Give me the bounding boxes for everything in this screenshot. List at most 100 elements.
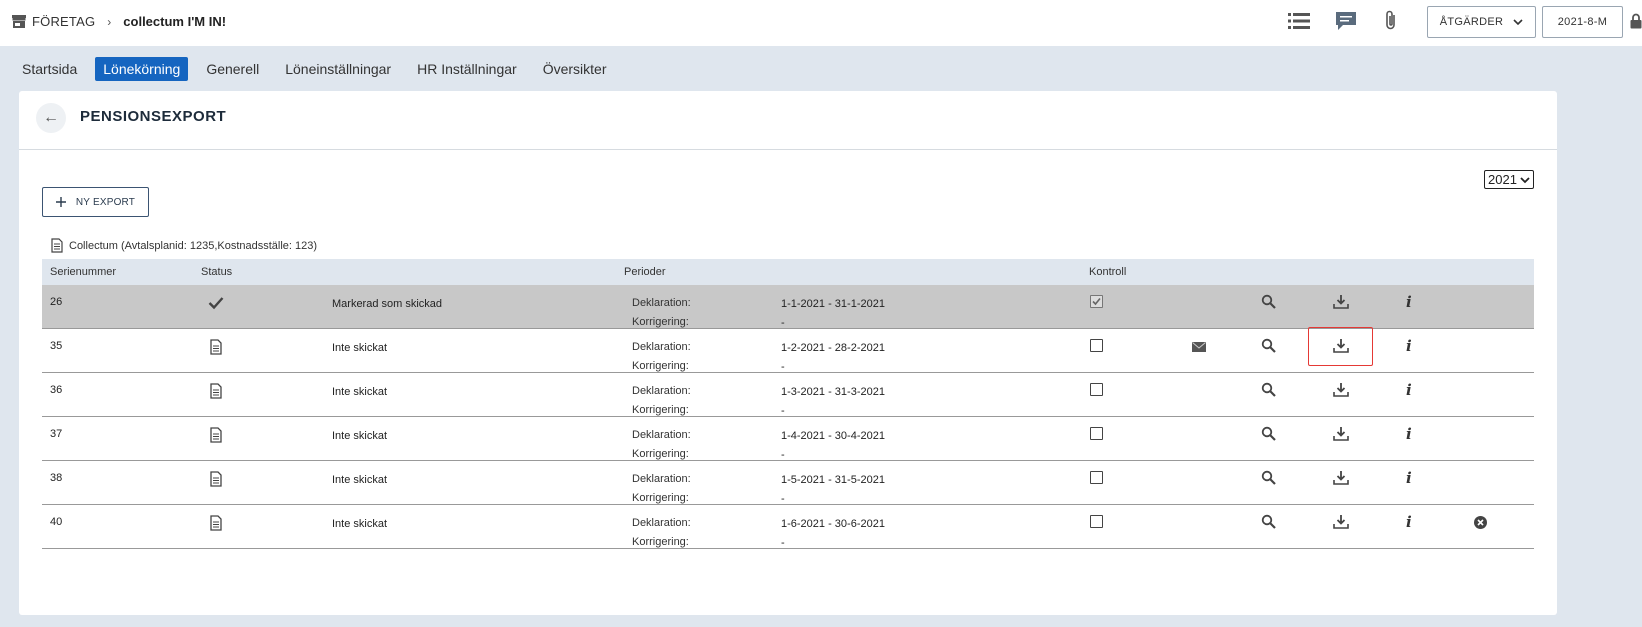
download-icon[interactable] <box>1333 514 1349 529</box>
info-icon[interactable]: i <box>1406 381 1416 399</box>
control-checkbox[interactable] <box>1090 295 1103 308</box>
actions-dropdown-button[interactable]: ÅTGÄRDER <box>1427 6 1536 38</box>
search-icon[interactable] <box>1261 294 1276 309</box>
info-icon[interactable]: i <box>1406 469 1416 487</box>
row-status: Inte skickat <box>332 430 388 442</box>
korrigering-period: - <box>781 449 785 461</box>
row-serial: 35 <box>50 340 63 352</box>
tab-loneinstallningar[interactable]: Löneinställningar <box>277 57 399 81</box>
korrigering-label: Korrigering: <box>632 448 689 460</box>
year-value: 2021 <box>1488 172 1517 187</box>
search-icon[interactable] <box>1261 426 1276 441</box>
document-icon <box>210 339 222 355</box>
download-icon[interactable] <box>1333 470 1349 485</box>
deklaration-label: Deklaration: <box>632 517 691 529</box>
table-row: 26 Markerad som skickad Deklaration: Kor… <box>42 285 1534 329</box>
deklaration-label: Deklaration: <box>632 429 691 441</box>
korrigering-label: Korrigering: <box>632 536 689 548</box>
deklaration-period: 1-3-2021 - 31-3-2021 <box>781 386 885 398</box>
search-icon[interactable] <box>1261 382 1276 397</box>
info-icon[interactable]: i <box>1406 293 1416 311</box>
table-row: 38 Inte skickat Deklaration: Korrigering… <box>42 461 1534 505</box>
page-title: PENSIONSEXPORT <box>80 108 227 125</box>
control-checkbox[interactable] <box>1090 515 1103 528</box>
chat-icon[interactable] <box>1334 10 1358 32</box>
table-header: Serienummer Status Perioder Kontroll <box>42 259 1534 285</box>
breadcrumb-client[interactable]: collectum I'M IN! <box>123 14 226 29</box>
row-status: Inte skickat <box>332 342 388 354</box>
tab-hr-installningar[interactable]: HR Inställningar <box>409 57 525 81</box>
header-control[interactable]: Kontroll <box>1089 266 1126 278</box>
tab-generell[interactable]: Generell <box>198 57 267 81</box>
row-serial: 37 <box>50 428 63 440</box>
table-row: 36 Inte skickat Deklaration: Korrigering… <box>42 373 1534 417</box>
download-icon[interactable] <box>1333 426 1349 441</box>
chevron-down-icon <box>1520 177 1530 184</box>
table-row: 40 Inte skickat Deklaration: Korrigering… <box>42 505 1534 549</box>
collectum-plan: Collectum (Avtalsplanid: 1235,Kostnadsst… <box>51 238 317 253</box>
new-export-button[interactable]: NY EXPORT <box>42 187 149 217</box>
info-icon[interactable]: i <box>1406 513 1416 531</box>
arrow-left-icon: ← <box>43 109 59 126</box>
info-icon[interactable]: i <box>1406 337 1416 355</box>
main-nav: Startsida Lönekörning Generell Löneinstä… <box>22 57 625 81</box>
deklaration-label: Deklaration: <box>632 473 691 485</box>
row-serial: 40 <box>50 516 63 528</box>
period-label: 2021-8-M <box>1557 16 1608 28</box>
download-icon[interactable] <box>1333 294 1349 309</box>
collectum-label: Collectum (Avtalsplanid: 1235,Kostnadsst… <box>69 239 318 252</box>
search-icon[interactable] <box>1261 470 1276 485</box>
download-icon[interactable] <box>1333 382 1349 397</box>
actions-label: ÅTGÄRDER <box>1439 16 1504 28</box>
header-status[interactable]: Status <box>201 266 232 278</box>
row-status: Markerad som skickad <box>332 298 443 310</box>
lock-icon[interactable] <box>1630 13 1642 29</box>
paperclip-icon[interactable] <box>1383 10 1399 32</box>
document-icon <box>51 238 63 253</box>
control-checkbox[interactable] <box>1090 427 1103 440</box>
document-icon <box>210 471 222 487</box>
korrigering-period: - <box>781 493 785 505</box>
main-card: ← PENSIONSEXPORT 2021 NY EXPORT Collectu… <box>19 91 1557 615</box>
korrigering-period: - <box>781 317 785 329</box>
envelope-icon[interactable] <box>1192 342 1206 352</box>
breadcrumb-company[interactable]: FÖRETAG <box>32 14 95 29</box>
tab-oversikter[interactable]: Översikter <box>535 57 615 81</box>
info-icon[interactable]: i <box>1406 425 1416 443</box>
document-icon <box>210 383 222 399</box>
store-icon <box>12 15 26 28</box>
control-checkbox[interactable] <box>1090 471 1103 484</box>
document-icon <box>210 427 222 443</box>
search-icon[interactable] <box>1261 514 1276 529</box>
chevron-down-icon <box>1513 19 1523 25</box>
korrigering-label: Korrigering: <box>632 316 689 328</box>
korrigering-period: - <box>781 537 785 549</box>
deklaration-period: 1-5-2021 - 31-5-2021 <box>781 474 885 486</box>
header-serial[interactable]: Serienummer <box>50 266 116 278</box>
header-periods[interactable]: Perioder <box>624 266 666 278</box>
korrigering-label: Korrigering: <box>632 492 689 504</box>
top-bar: FÖRETAG › collectum I'M IN! ÅTGÄRDER 202… <box>0 0 1642 46</box>
tab-lonekorning[interactable]: Lönekörning <box>95 57 189 81</box>
deklaration-label: Deklaration: <box>632 341 691 353</box>
list-icon[interactable] <box>1288 12 1310 30</box>
breadcrumb: FÖRETAG › collectum I'M IN! <box>12 14 226 29</box>
deklaration-period: 1-6-2021 - 30-6-2021 <box>781 518 885 530</box>
row-serial: 26 <box>50 296 63 308</box>
deklaration-label: Deklaration: <box>632 297 691 309</box>
card-header: ← PENSIONSEXPORT <box>19 91 1557 150</box>
deklaration-period: 1-1-2021 - 31-1-2021 <box>781 298 885 310</box>
deklaration-period: 1-4-2021 - 30-4-2021 <box>781 430 885 442</box>
table-row: 37 Inte skickat Deklaration: Korrigering… <box>42 417 1534 461</box>
search-icon[interactable] <box>1261 338 1276 353</box>
year-select[interactable]: 2021 <box>1484 170 1534 189</box>
checkmark-icon <box>208 297 224 310</box>
new-export-label: NY EXPORT <box>75 196 136 208</box>
period-button[interactable]: 2021-8-M <box>1542 6 1623 38</box>
control-checkbox[interactable] <box>1090 383 1103 396</box>
tab-startsida[interactable]: Startsida <box>22 57 85 81</box>
delete-icon[interactable] <box>1474 516 1487 529</box>
control-checkbox[interactable] <box>1090 339 1103 352</box>
chevron-right-icon: › <box>107 14 112 29</box>
back-button[interactable]: ← <box>36 103 66 133</box>
